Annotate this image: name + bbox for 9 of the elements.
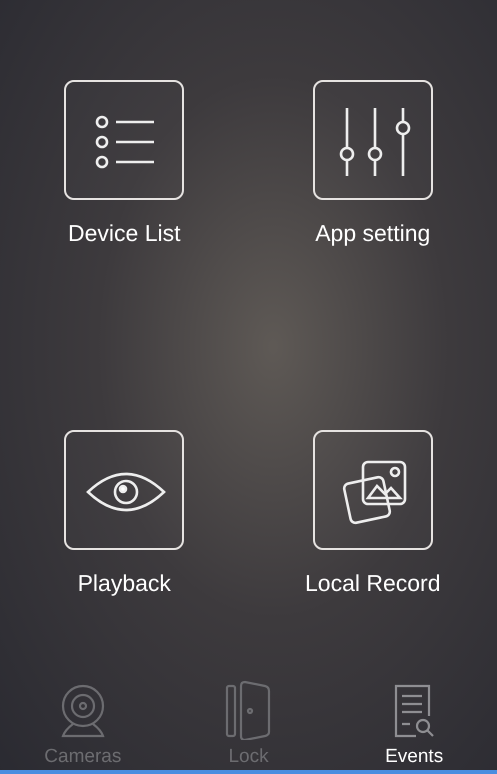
menu-label[interactable]: Local Record bbox=[304, 570, 441, 597]
menu-label[interactable]: Playback bbox=[78, 570, 171, 597]
menu-label[interactable]: App setting bbox=[315, 220, 430, 247]
photos-tile-icon[interactable] bbox=[312, 430, 433, 550]
tab[interactable]: Events bbox=[331, 680, 497, 768]
eye-tile-icon[interactable] bbox=[64, 430, 184, 550]
list-tile-icon[interactable] bbox=[64, 80, 184, 200]
sliders-tile-icon[interactable] bbox=[312, 80, 433, 200]
menu-label[interactable]: Device List bbox=[68, 220, 180, 247]
